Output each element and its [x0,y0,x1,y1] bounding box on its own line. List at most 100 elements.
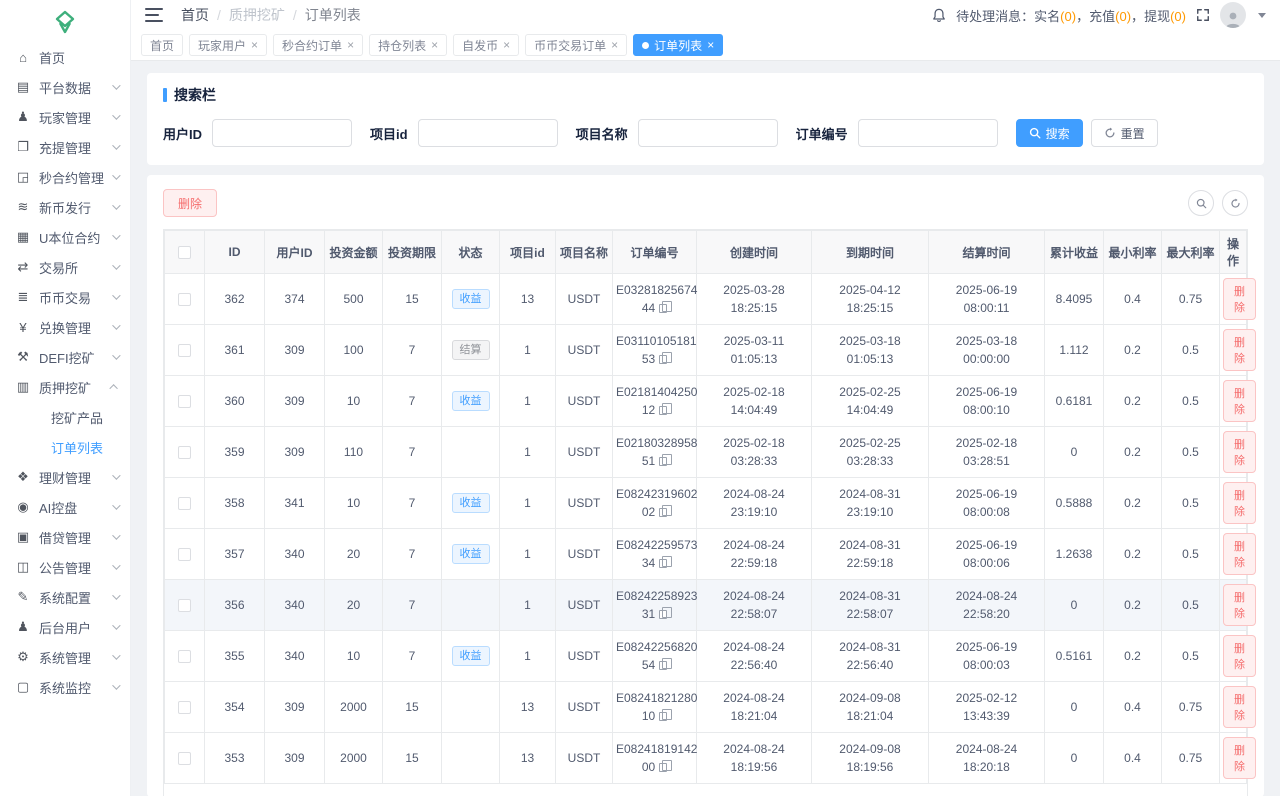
copy-icon[interactable] [659,559,667,568]
close-icon[interactable]: × [347,39,354,51]
pending-realname-count[interactable]: (0) [1060,9,1076,24]
user-avatar[interactable] [1220,2,1246,28]
row-checkbox[interactable] [178,548,191,561]
chevron-down-icon [112,171,120,179]
copy-icon[interactable] [659,610,667,619]
sidebar-item-new-coin[interactable]: ≋ 新币发行 [0,192,130,222]
row-checkbox[interactable] [178,497,191,510]
cell-amount: 10 [325,631,383,682]
row-select-cell [165,682,205,733]
copy-icon[interactable] [659,763,667,772]
copy-icon[interactable] [659,712,667,721]
sidebar-item-system-monitor[interactable]: ▢ 系统监控 [0,672,130,702]
search-row: 用户ID 项目id 项目名称 订单编号 搜索 [163,119,1248,147]
sidebar-item-second-contract[interactable]: ◲ 秒合约管理 [0,162,130,192]
row-checkbox[interactable] [178,599,191,612]
sidebar-item-lending-mgmt[interactable]: ▣ 借贷管理 [0,522,130,552]
user-menu-caret-icon[interactable] [1258,13,1266,18]
close-icon[interactable]: × [503,39,510,51]
collapse-menu-icon[interactable] [145,8,163,22]
user-id-input[interactable] [212,119,352,147]
status-tag: 收益 [452,391,490,411]
row-delete-button[interactable]: 删除 [1223,737,1256,779]
tab-position-list[interactable]: 持仓列表 × [369,34,447,56]
copy-icon[interactable] [659,406,667,415]
toggle-search-button[interactable] [1188,190,1214,216]
pending-withdraw-count[interactable]: (0) [1170,9,1186,24]
sidebar-subitem-order-list[interactable]: 订单列表 [0,432,130,462]
reset-button[interactable]: 重置 [1091,119,1158,147]
close-icon[interactable]: × [707,39,714,51]
sidebar-item-u-contract[interactable]: ▦ U本位合约 [0,222,130,252]
copy-icon[interactable] [659,355,667,364]
row-delete-button[interactable]: 删除 [1223,278,1256,320]
row-checkbox[interactable] [178,344,191,357]
sidebar-item-admin-users[interactable]: ♟ 后台用户 [0,612,130,642]
tab-player-users[interactable]: 玩家用户 × [189,34,267,56]
row-checkbox[interactable] [178,446,191,459]
tab-coin-trade-orders[interactable]: 币币交易订单 × [525,34,627,56]
bell-icon[interactable] [932,8,946,23]
fullscreen-icon[interactable] [1196,8,1210,22]
row-checkbox[interactable] [178,752,191,765]
copy-icon[interactable] [659,304,667,313]
project-name-input[interactable] [638,119,778,147]
copy-icon[interactable] [659,661,667,670]
sidebar-item-finance-mgmt[interactable]: ❖ 理财管理 [0,462,130,492]
row-delete-button[interactable]: 删除 [1223,635,1256,677]
breadcrumb-home[interactable]: 首页 [181,5,209,25]
sidebar-item-defi-mining[interactable]: ⚒ DEFI挖矿 [0,342,130,372]
order-no-input[interactable] [858,119,998,147]
search-button[interactable]: 搜索 [1016,119,1083,147]
row-checkbox[interactable] [178,701,191,714]
cell-amount: 10 [325,376,383,427]
sidebar-item-announcement-mgmt[interactable]: ◫ 公告管理 [0,552,130,582]
sidebar-item-system-config[interactable]: ✎ 系统配置 [0,582,130,612]
project-id-input[interactable] [418,119,558,147]
sidebar-item-swap-mgmt[interactable]: ¥ 兑换管理 [0,312,130,342]
cell-max-rate: 0.5 [1162,325,1220,376]
row-delete-button[interactable]: 删除 [1223,533,1256,575]
sidebar-item-coin-trade[interactable]: ≣ 币币交易 [0,282,130,312]
sidebar-item-home[interactable]: ⌂ 首页 [0,42,130,72]
copy-icon[interactable] [659,508,667,517]
sidebar-item-player-mgmt[interactable]: ♟ 玩家管理 [0,102,130,132]
sidebar-subitem-mining-products[interactable]: 挖矿产品 [0,402,130,432]
refresh-table-button[interactable] [1222,190,1248,216]
sidebar-item-system-mgmt[interactable]: ⚙ 系统管理 [0,642,130,672]
cell-expire-time: 2024-09-08 18:21:04 [812,682,929,733]
tab-self-coin[interactable]: 自发币 × [453,34,519,56]
sidebar-item-platform-data[interactable]: ▤ 平台数据 [0,72,130,102]
close-icon[interactable]: × [251,39,258,51]
row-delete-button[interactable]: 删除 [1223,482,1256,524]
chevron-down-icon [112,321,120,329]
pending-recharge-count[interactable]: (0) [1115,9,1131,24]
row-checkbox[interactable] [178,395,191,408]
row-delete-button[interactable]: 删除 [1223,380,1256,422]
sidebar-item-recharge-withdraw[interactable]: ❐ 充提管理 [0,132,130,162]
close-icon[interactable]: × [611,39,618,51]
cell-expire-time: 2024-08-31 22:59:18 [812,529,929,580]
table-row: 35330920001513USDTE08241819142002024-08-… [165,733,1247,784]
row-delete-button[interactable]: 删除 [1223,584,1256,626]
sidebar-item-exchange[interactable]: ⇄ 交易所 [0,252,130,282]
row-delete-button[interactable]: 删除 [1223,329,1256,371]
sidebar-item-staking-mining[interactable]: ▥ 质押挖矿 [0,372,130,402]
row-checkbox[interactable] [178,293,191,306]
sidebar-item-ai-control[interactable]: ◉ AI控盘 [0,492,130,522]
close-icon[interactable]: × [431,39,438,51]
select-all-checkbox[interactable] [178,246,191,259]
cell-project-id: 13 [500,274,556,325]
row-delete-button[interactable]: 删除 [1223,686,1256,728]
tab-second-contract-orders[interactable]: 秒合约订单 × [273,34,363,56]
tab-home[interactable]: 首页 [141,34,183,56]
chevron-down-icon [112,681,120,689]
tab-order-list[interactable]: 订单列表 × [633,34,723,56]
bulk-delete-button[interactable]: 删除 [163,189,217,217]
cell-expire-time: 2025-02-25 03:28:33 [812,427,929,478]
row-delete-button[interactable]: 删除 [1223,431,1256,473]
cell-actions: 删除 [1220,376,1247,427]
row-checkbox[interactable] [178,650,191,663]
copy-icon[interactable] [659,457,667,466]
column-header: 结算时间 [929,231,1045,274]
